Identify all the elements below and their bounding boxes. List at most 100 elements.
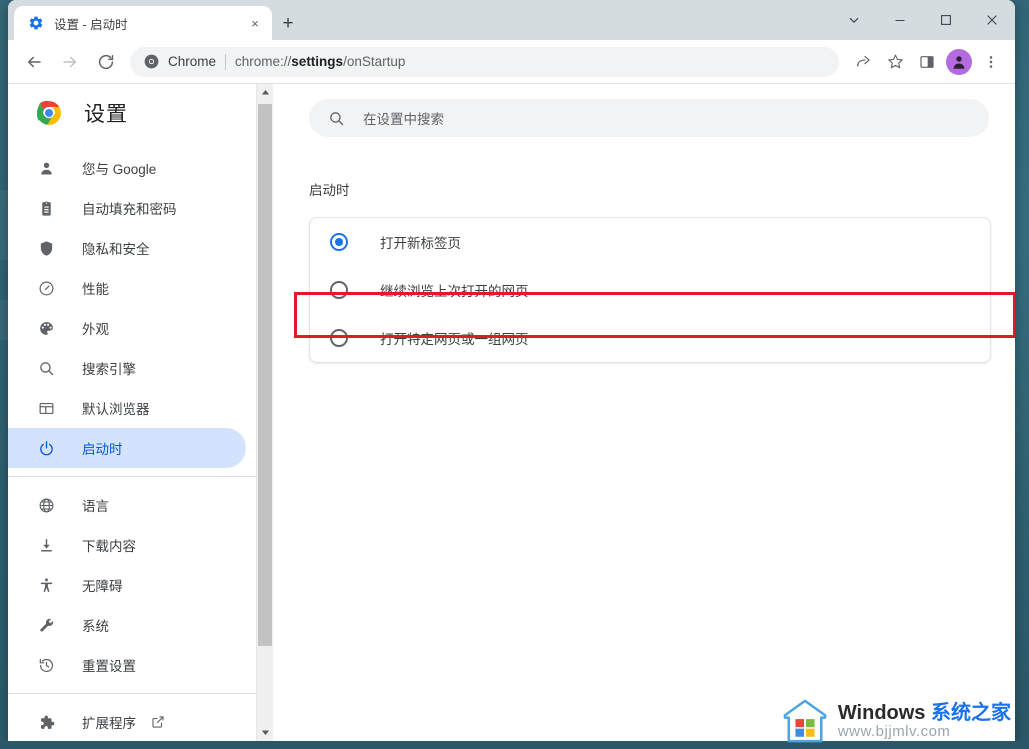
- section-heading: 启动时: [309, 183, 350, 198]
- scrollbar-thumb[interactable]: [258, 104, 272, 646]
- sidebar-item-languages[interactable]: 语言: [8, 485, 246, 525]
- sidebar-item-system[interactable]: 系统: [8, 605, 246, 645]
- clipboard-icon: [36, 198, 56, 218]
- omnibox-url: chrome://settings/onStartup: [235, 54, 405, 69]
- radio-option-label: 继续浏览上次打开的网页: [380, 284, 529, 299]
- radio-option-label: 打开特定网页或一组网页: [380, 332, 529, 347]
- share-icon[interactable]: [849, 48, 877, 76]
- sidebar-item-label: 性能: [82, 282, 109, 297]
- sidebar-item-label: 语言: [82, 499, 109, 514]
- close-icon[interactable]: ×: [246, 14, 264, 32]
- browser-toolbar: Chrome chrome://settings/onStartup: [8, 40, 1015, 84]
- download-icon: [36, 535, 56, 555]
- address-bar[interactable]: Chrome chrome://settings/onStartup: [130, 46, 839, 77]
- tab-search-button[interactable]: [831, 4, 877, 36]
- new-tab-button[interactable]: +: [276, 11, 300, 35]
- scroll-down-button[interactable]: [257, 724, 273, 741]
- sidebar-item-appearance[interactable]: 外观: [8, 308, 246, 348]
- sidebar-item-label: 下载内容: [82, 539, 136, 554]
- settings-content: 在设置中搜索 启动时 打开新标签页 继续浏览上次打开的网页 打开特定网页或一组网…: [273, 84, 1015, 741]
- sidebar-item-autofill-passwords[interactable]: 自动填充和密码: [8, 188, 246, 228]
- radio-option-label: 打开新标签页: [380, 236, 461, 251]
- forward-button[interactable]: [55, 47, 85, 77]
- sidebar-divider: [8, 693, 256, 694]
- window-controls: [831, 0, 1015, 40]
- history-restore-icon: [36, 655, 56, 675]
- url-suffix: /onStartup: [343, 54, 406, 69]
- sidebar-item-label: 扩展程序: [82, 716, 136, 731]
- sidebar-item-label: 自动填充和密码: [82, 202, 177, 217]
- sidebar-item-label: 重置设置: [82, 659, 136, 674]
- sidebar-item-on-startup[interactable]: 启动时: [8, 428, 246, 468]
- radio-button-icon[interactable]: [330, 233, 348, 251]
- sidebar-item-default-browser[interactable]: 默认浏览器: [8, 388, 246, 428]
- accessibility-icon: [36, 575, 56, 595]
- browser-window: 设置 - 启动时 × + Chrome chrome://settings/on…: [8, 0, 1015, 741]
- radio-option-new-tab[interactable]: 打开新标签页: [310, 218, 990, 266]
- sidebar-item-label: 搜索引擎: [82, 362, 136, 377]
- reload-button[interactable]: [91, 47, 121, 77]
- watermark-url: www.bjjmlv.com: [837, 722, 951, 740]
- speedometer-icon: [36, 278, 56, 298]
- watermark-title-en: Windows: [837, 701, 931, 724]
- sidebar-item-you-and-google[interactable]: 您与 Google: [8, 148, 246, 188]
- browser-tab[interactable]: 设置 - 启动时 ×: [14, 6, 272, 40]
- close-button[interactable]: [969, 4, 1015, 36]
- watermark-title-cn: 系统之家: [931, 701, 1011, 724]
- omnibox-divider: [225, 53, 227, 70]
- sidebar-item-privacy-security[interactable]: 隐私和安全: [8, 228, 246, 268]
- sidebar-item-accessibility[interactable]: 无障碍: [8, 565, 246, 605]
- search-input[interactable]: 在设置中搜索: [309, 99, 989, 137]
- sidebar-scrollbar[interactable]: [256, 84, 273, 741]
- chrome-logo-icon: [144, 54, 160, 69]
- chrome-logo: [36, 100, 62, 126]
- minimize-button[interactable]: [877, 4, 923, 36]
- sidebar-item-performance[interactable]: 性能: [8, 268, 246, 308]
- sidebar-item-label: 无障碍: [82, 579, 123, 594]
- sidebar-item-label: 您与 Google: [82, 162, 157, 177]
- search-icon: [36, 358, 56, 378]
- profile-avatar[interactable]: [946, 48, 972, 75]
- sidebar-item-label: 系统: [82, 619, 109, 634]
- puzzle-icon: [36, 712, 56, 732]
- sidebar-item-downloads[interactable]: 下载内容: [8, 525, 246, 565]
- person-icon: [36, 158, 56, 178]
- settings-page: 设置 您与 Google 自动填充和密码 隐私和安全 性能 外观 搜索引擎 默认…: [8, 84, 1015, 741]
- radio-button-icon[interactable]: [330, 329, 348, 347]
- palette-icon: [36, 318, 56, 338]
- sidebar-item-label: 启动时: [82, 442, 123, 457]
- external-link-icon: [150, 715, 165, 730]
- browser-window-icon: [36, 398, 56, 418]
- bookmark-star-icon[interactable]: [881, 48, 909, 76]
- sidebar-item-extensions[interactable]: 扩展程序: [8, 702, 246, 741]
- side-panel-icon[interactable]: [913, 48, 941, 76]
- search-placeholder: 在设置中搜索: [363, 112, 444, 127]
- watermark: Windows 系统之家 www.bjjmlv.com: [782, 699, 1011, 743]
- url-prefix: chrome://: [235, 54, 292, 69]
- startup-radio-group: 打开新标签页 继续浏览上次打开的网页 打开特定网页或一组网页: [309, 217, 991, 363]
- back-button[interactable]: [19, 47, 49, 77]
- shield-icon: [36, 238, 56, 258]
- sidebar-item-label: 隐私和安全: [82, 242, 150, 257]
- radio-button-icon[interactable]: [330, 281, 348, 299]
- radio-option-continue-session[interactable]: 继续浏览上次打开的网页: [310, 266, 990, 314]
- sidebar-item-search-engine[interactable]: 搜索引擎: [8, 348, 246, 388]
- scroll-up-button[interactable]: [257, 84, 273, 101]
- globe-icon: [36, 495, 56, 515]
- chrome-menu-icon[interactable]: [977, 48, 1005, 76]
- radio-option-specific-pages[interactable]: 打开特定网页或一组网页: [310, 314, 990, 362]
- tab-title: 设置 - 启动时: [54, 17, 128, 32]
- sidebar-item-reset-settings[interactable]: 重置设置: [8, 645, 246, 685]
- page-title: 设置: [84, 103, 128, 126]
- windows-house-logo: [782, 699, 828, 743]
- tab-strip: 设置 - 启动时 × +: [8, 0, 1015, 40]
- gear-icon: [28, 15, 44, 31]
- power-icon: [36, 438, 56, 458]
- settings-brand: 设置: [8, 84, 256, 142]
- search-icon: [327, 109, 345, 127]
- watermark-text: Windows 系统之家 www.bjjmlv.com: [837, 701, 1011, 740]
- maximize-button[interactable]: [923, 4, 969, 36]
- wrench-icon: [36, 615, 56, 635]
- settings-sidebar: 设置 您与 Google 自动填充和密码 隐私和安全 性能 外观 搜索引擎 默认…: [8, 84, 256, 741]
- url-bold-segment: settings: [291, 54, 344, 69]
